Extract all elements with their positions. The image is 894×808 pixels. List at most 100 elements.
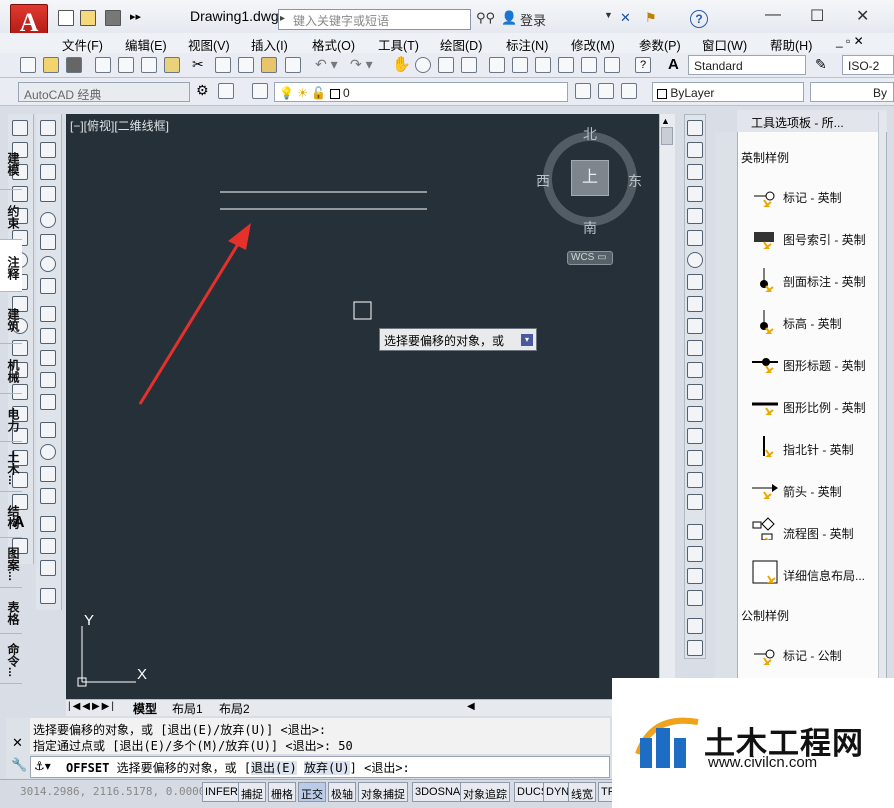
center-mark-icon[interactable] [40, 444, 56, 460]
pan-icon[interactable]: ✋ [392, 55, 411, 73]
palette-tab-structural[interactable]: 结构 [0, 492, 22, 538]
radius-dim-icon[interactable] [40, 212, 56, 228]
status-otrack[interactable]: 对象追踪 [460, 782, 510, 802]
status-snap[interactable]: 捕捉 [238, 782, 266, 802]
array-icon[interactable] [687, 208, 703, 224]
explode-icon[interactable] [687, 494, 703, 510]
menu-edit[interactable]: 编辑(E) [125, 35, 167, 54]
compass-north[interactable]: 北 [583, 124, 597, 144]
menu-format[interactable]: 格式(O) [312, 35, 355, 54]
new-icon[interactable] [20, 57, 36, 73]
palette-title[interactable]: 工具选项板 - 所... [737, 110, 887, 132]
palette-item-section[interactable]: 剖面标注 - 英制 [783, 273, 866, 290]
angular-dim-icon[interactable] [40, 278, 56, 294]
search-input[interactable]: 键入关键字或短语 [278, 9, 471, 30]
help-icon-tb[interactable]: ? [635, 57, 651, 73]
command-settings-icon[interactable]: 🔧 [11, 757, 27, 773]
hscroll-left-icon[interactable]: ◀ [467, 701, 475, 712]
layer-previous-icon[interactable] [598, 83, 614, 99]
print-icon[interactable] [95, 57, 111, 73]
diameter-dim-icon[interactable] [40, 256, 56, 272]
close-button[interactable]: ✕ [856, 6, 869, 26]
stretch-icon[interactable] [687, 296, 703, 312]
move-icon[interactable] [687, 230, 703, 246]
make-current-layer-icon[interactable] [575, 83, 591, 99]
dim-text-edit-icon[interactable] [40, 538, 56, 554]
hatch-back-icon[interactable] [687, 640, 703, 656]
palette-tab-civil[interactable]: 土木... [0, 442, 22, 492]
status-infer[interactable]: INFER [202, 782, 241, 802]
redo-icon[interactable]: ↷ ▾ [350, 56, 373, 73]
3d-dwf-icon[interactable] [164, 57, 180, 73]
help-icon[interactable]: ? [690, 10, 708, 28]
draworder-front-icon[interactable] [687, 524, 703, 540]
dim-space-icon[interactable] [40, 372, 56, 388]
binoculars-icon[interactable]: ⚲⚲ [476, 10, 495, 26]
break-at-point-icon[interactable] [687, 362, 703, 378]
vertical-scrollbar[interactable] [659, 114, 675, 699]
open-icon[interactable] [43, 57, 59, 73]
markup-icon[interactable] [581, 57, 597, 73]
exchange-icon[interactable]: ✕ [620, 10, 631, 26]
menu-window[interactable]: 窗口(W) [702, 35, 747, 54]
sheet-set-icon[interactable] [558, 57, 574, 73]
palette-tab-commands[interactable]: 命令... [0, 634, 22, 684]
open-file-icon[interactable] [80, 10, 96, 26]
wcs-menu[interactable]: WCS ▭ [567, 251, 613, 265]
layer-select[interactable]: 💡 ☀ 🔓 0 [274, 82, 568, 102]
tolerance-icon[interactable] [40, 422, 56, 438]
draworder-under-icon[interactable] [687, 590, 703, 606]
menu-help[interactable]: 帮助(H) [770, 35, 812, 54]
maximize-button[interactable]: ☐ [810, 6, 824, 26]
command-close-icon[interactable]: ✕ [12, 735, 23, 751]
break-icon[interactable] [687, 384, 703, 400]
palette-item-drawing-title[interactable]: 图形标题 - 英制 [783, 357, 866, 374]
viewcube-top-face[interactable]: 上 [571, 160, 609, 196]
status-lineweight[interactable]: 线宽 [568, 782, 596, 802]
save-icon[interactable] [105, 10, 121, 26]
palette-tab-electrical[interactable]: 电力 [0, 394, 22, 442]
login-dropdown-icon[interactable]: ▼ [604, 10, 613, 20]
dim-style-icon-left[interactable] [40, 588, 56, 604]
palette-item-flowchart[interactable]: 流程图 - 英制 [783, 525, 854, 542]
arc-length-icon[interactable] [40, 164, 56, 180]
match-prop-icon[interactable] [261, 57, 277, 73]
command-prompt[interactable]: OFFSET 选择要偏移的对象，或 [退出(E) 放弃(U)] <退出>: [66, 759, 410, 776]
dim-style-icon[interactable]: ✎ [815, 56, 827, 73]
copy-icon[interactable] [215, 57, 231, 73]
palette-item-tag[interactable]: 标记 - 英制 [783, 189, 842, 206]
design-center-icon[interactable] [512, 57, 528, 73]
coordinate-readout[interactable]: 3014.2986, 2116.5178, 0.0000 [20, 785, 205, 798]
quick-dim-icon[interactable] [40, 306, 56, 322]
search-arrow-icon[interactable]: ▸ [280, 13, 285, 24]
minimize-button[interactable]: — [765, 6, 781, 24]
connect-icon[interactable]: ⚑ [645, 10, 657, 26]
properties-icon[interactable] [489, 57, 505, 73]
chamfer-icon[interactable] [687, 428, 703, 444]
palette-item-north-arrow[interactable]: 指北针 - 英制 [783, 441, 854, 458]
vscroll-thumb[interactable] [661, 127, 673, 145]
tool-palettes-icon[interactable] [535, 57, 551, 73]
palette-item-arrow[interactable]: 箭头 - 英制 [783, 483, 842, 500]
layer-properties-icon[interactable] [252, 83, 268, 99]
dim-edit-icon[interactable] [40, 516, 56, 532]
undo-icon[interactable]: ↶ ▾ [315, 56, 338, 73]
palette-item-detail-layout[interactable]: 详细信息布局... [783, 567, 865, 584]
layer-states-icon[interactable] [621, 83, 637, 99]
palette-item-elevation[interactable]: 标高 - 英制 [783, 315, 842, 332]
tab-model[interactable]: 模型 [133, 700, 157, 717]
menu-insert[interactable]: 插入(I) [251, 35, 288, 54]
horizontal-scrollbar[interactable] [66, 699, 675, 716]
workspace-lock-icon[interactable] [218, 83, 234, 99]
baseline-dim-icon[interactable] [40, 328, 56, 344]
palette-item-tag-metric[interactable]: 标记 - 公制 [783, 647, 842, 664]
linetype-select[interactable]: By [810, 82, 894, 102]
publish-icon[interactable] [141, 57, 157, 73]
palette-tab-mechanical[interactable]: 机械 [0, 344, 22, 394]
tab-layout2[interactable]: 布局2 [219, 700, 250, 717]
linear-dim-icon[interactable] [40, 120, 56, 136]
jogged-linear-icon[interactable] [40, 488, 56, 504]
draworder-back-icon[interactable] [687, 546, 703, 562]
menu-file[interactable]: 文件(F) [62, 35, 103, 54]
blend-icon[interactable] [687, 472, 703, 488]
